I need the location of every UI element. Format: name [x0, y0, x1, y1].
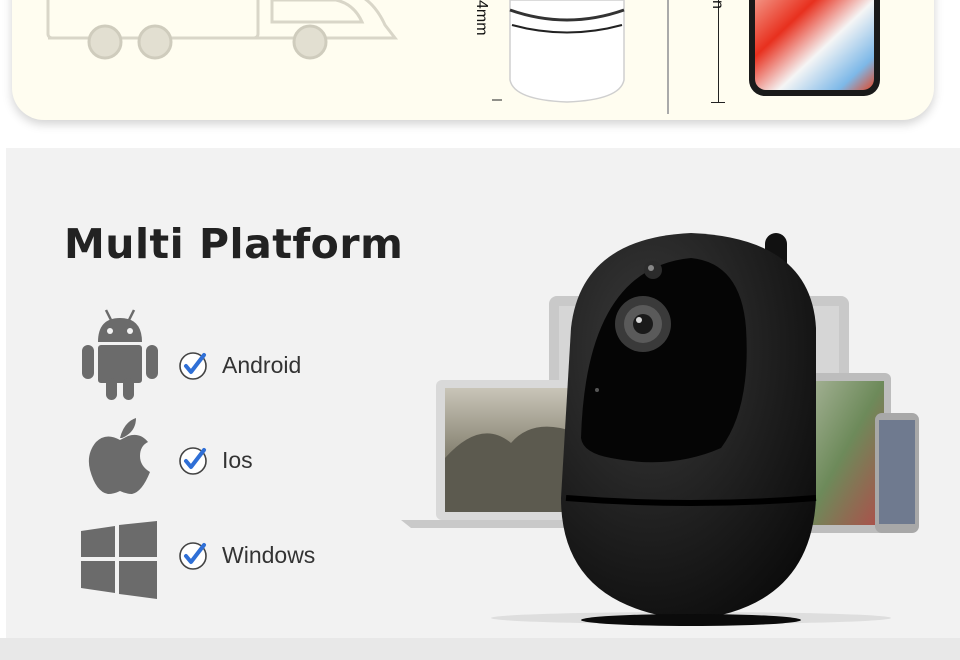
platform-label-windows: Windows — [222, 542, 316, 568]
windows-icon — [81, 521, 157, 599]
phone-height-label: n — [709, 0, 726, 9]
devices-and-camera-image — [401, 233, 919, 626]
smartphone-image — [749, 0, 880, 96]
checkbox-android-icon — [179, 352, 207, 380]
platform-label-ios: Ios — [222, 447, 253, 473]
phone-height-marker — [718, 0, 719, 102]
phone-height-tick — [711, 102, 725, 103]
checkbox-windows-icon — [179, 542, 207, 570]
checkbox-ios-icon — [179, 447, 207, 475]
camera-height-label: 4mm — [473, 0, 490, 36]
top-dimensions-card: 4mm n — [12, 0, 934, 120]
divider — [667, 0, 669, 114]
van-image — [46, 0, 399, 60]
multi-platform-section: Multi Platform Android Ios Windows — [6, 148, 960, 638]
android-icon — [82, 309, 158, 400]
white-camera-image — [492, 0, 625, 103]
platform-label-android: Android — [222, 352, 302, 378]
section-title: Multi Platform — [64, 220, 404, 268]
apple-icon — [88, 418, 150, 494]
bottom-strip — [0, 638, 960, 660]
